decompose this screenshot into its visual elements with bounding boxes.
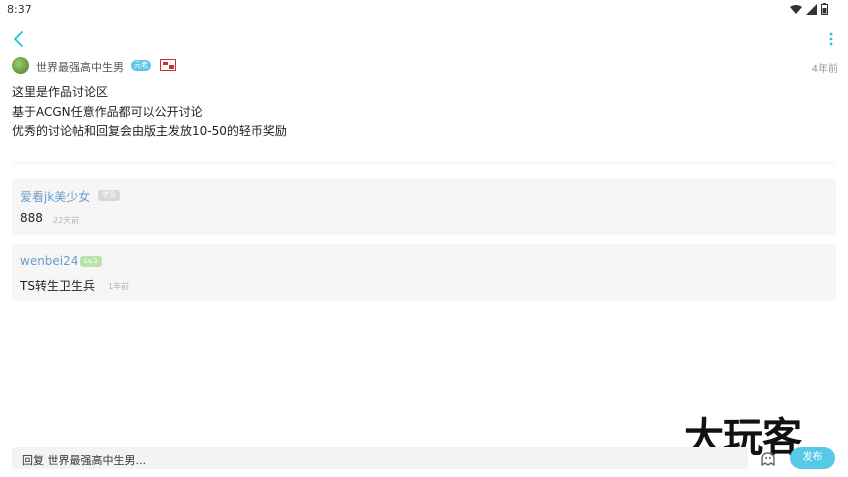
- post-time: 4年前: [811, 64, 838, 75]
- comment-item[interactable]: 爱看jk美少女 学员 888 22天前: [12, 178, 836, 235]
- post-line: 优秀的讨论帖和回复会由版主发放10-50的轻币奖励: [12, 124, 287, 138]
- publish-button[interactable]: 发布: [790, 447, 835, 469]
- author-badge: 元老: [131, 60, 151, 71]
- comment-username[interactable]: 爱看jk美少女: [20, 188, 90, 205]
- more-button[interactable]: [826, 28, 836, 50]
- medal-icon: [160, 59, 176, 71]
- comment-time: 1年前: [108, 282, 130, 291]
- wifi-icon: [790, 4, 802, 14]
- comment-username[interactable]: wenbei24: [20, 254, 78, 268]
- top-bar: [0, 22, 848, 54]
- back-button[interactable]: [8, 28, 30, 50]
- status-bar: 8:37: [0, 0, 848, 20]
- comment-text: 888: [20, 211, 43, 225]
- emoji-icon: [761, 452, 775, 466]
- comment-item[interactable]: wenbei24 Lv.1 TS转生卫生兵 1年前: [12, 244, 836, 301]
- emoji-button[interactable]: [759, 450, 777, 468]
- status-time: 8:37: [7, 3, 32, 16]
- battery-icon: [821, 3, 828, 15]
- reply-placeholder: 回复 世界最强高中生男...: [22, 454, 146, 467]
- comment-time: 22天前: [53, 216, 80, 225]
- signal-icon: [806, 3, 817, 15]
- comment-badge: 学员: [98, 190, 120, 201]
- comment-text: TS转生卫生兵: [20, 279, 95, 293]
- post-body: 这里是作品讨论区 基于ACGN任意作品都可以公开讨论 优秀的讨论帖和回复会由版主…: [12, 83, 832, 142]
- post-line: 基于ACGN任意作品都可以公开讨论: [12, 104, 203, 119]
- status-icons: [790, 3, 828, 15]
- chevron-left-icon: [14, 31, 23, 47]
- post-line: 这里是作品讨论区: [12, 85, 109, 99]
- reply-input[interactable]: 回复 世界最强高中生男...: [12, 447, 748, 469]
- comment-badge: Lv.1: [80, 256, 103, 267]
- more-vertical-icon: [829, 32, 833, 46]
- author-avatar[interactable]: [12, 57, 29, 74]
- divider: [12, 162, 836, 164]
- post-header: 世界最强高中生男 元老 4年前: [12, 57, 838, 75]
- author-name[interactable]: 世界最强高中生男: [36, 59, 124, 75]
